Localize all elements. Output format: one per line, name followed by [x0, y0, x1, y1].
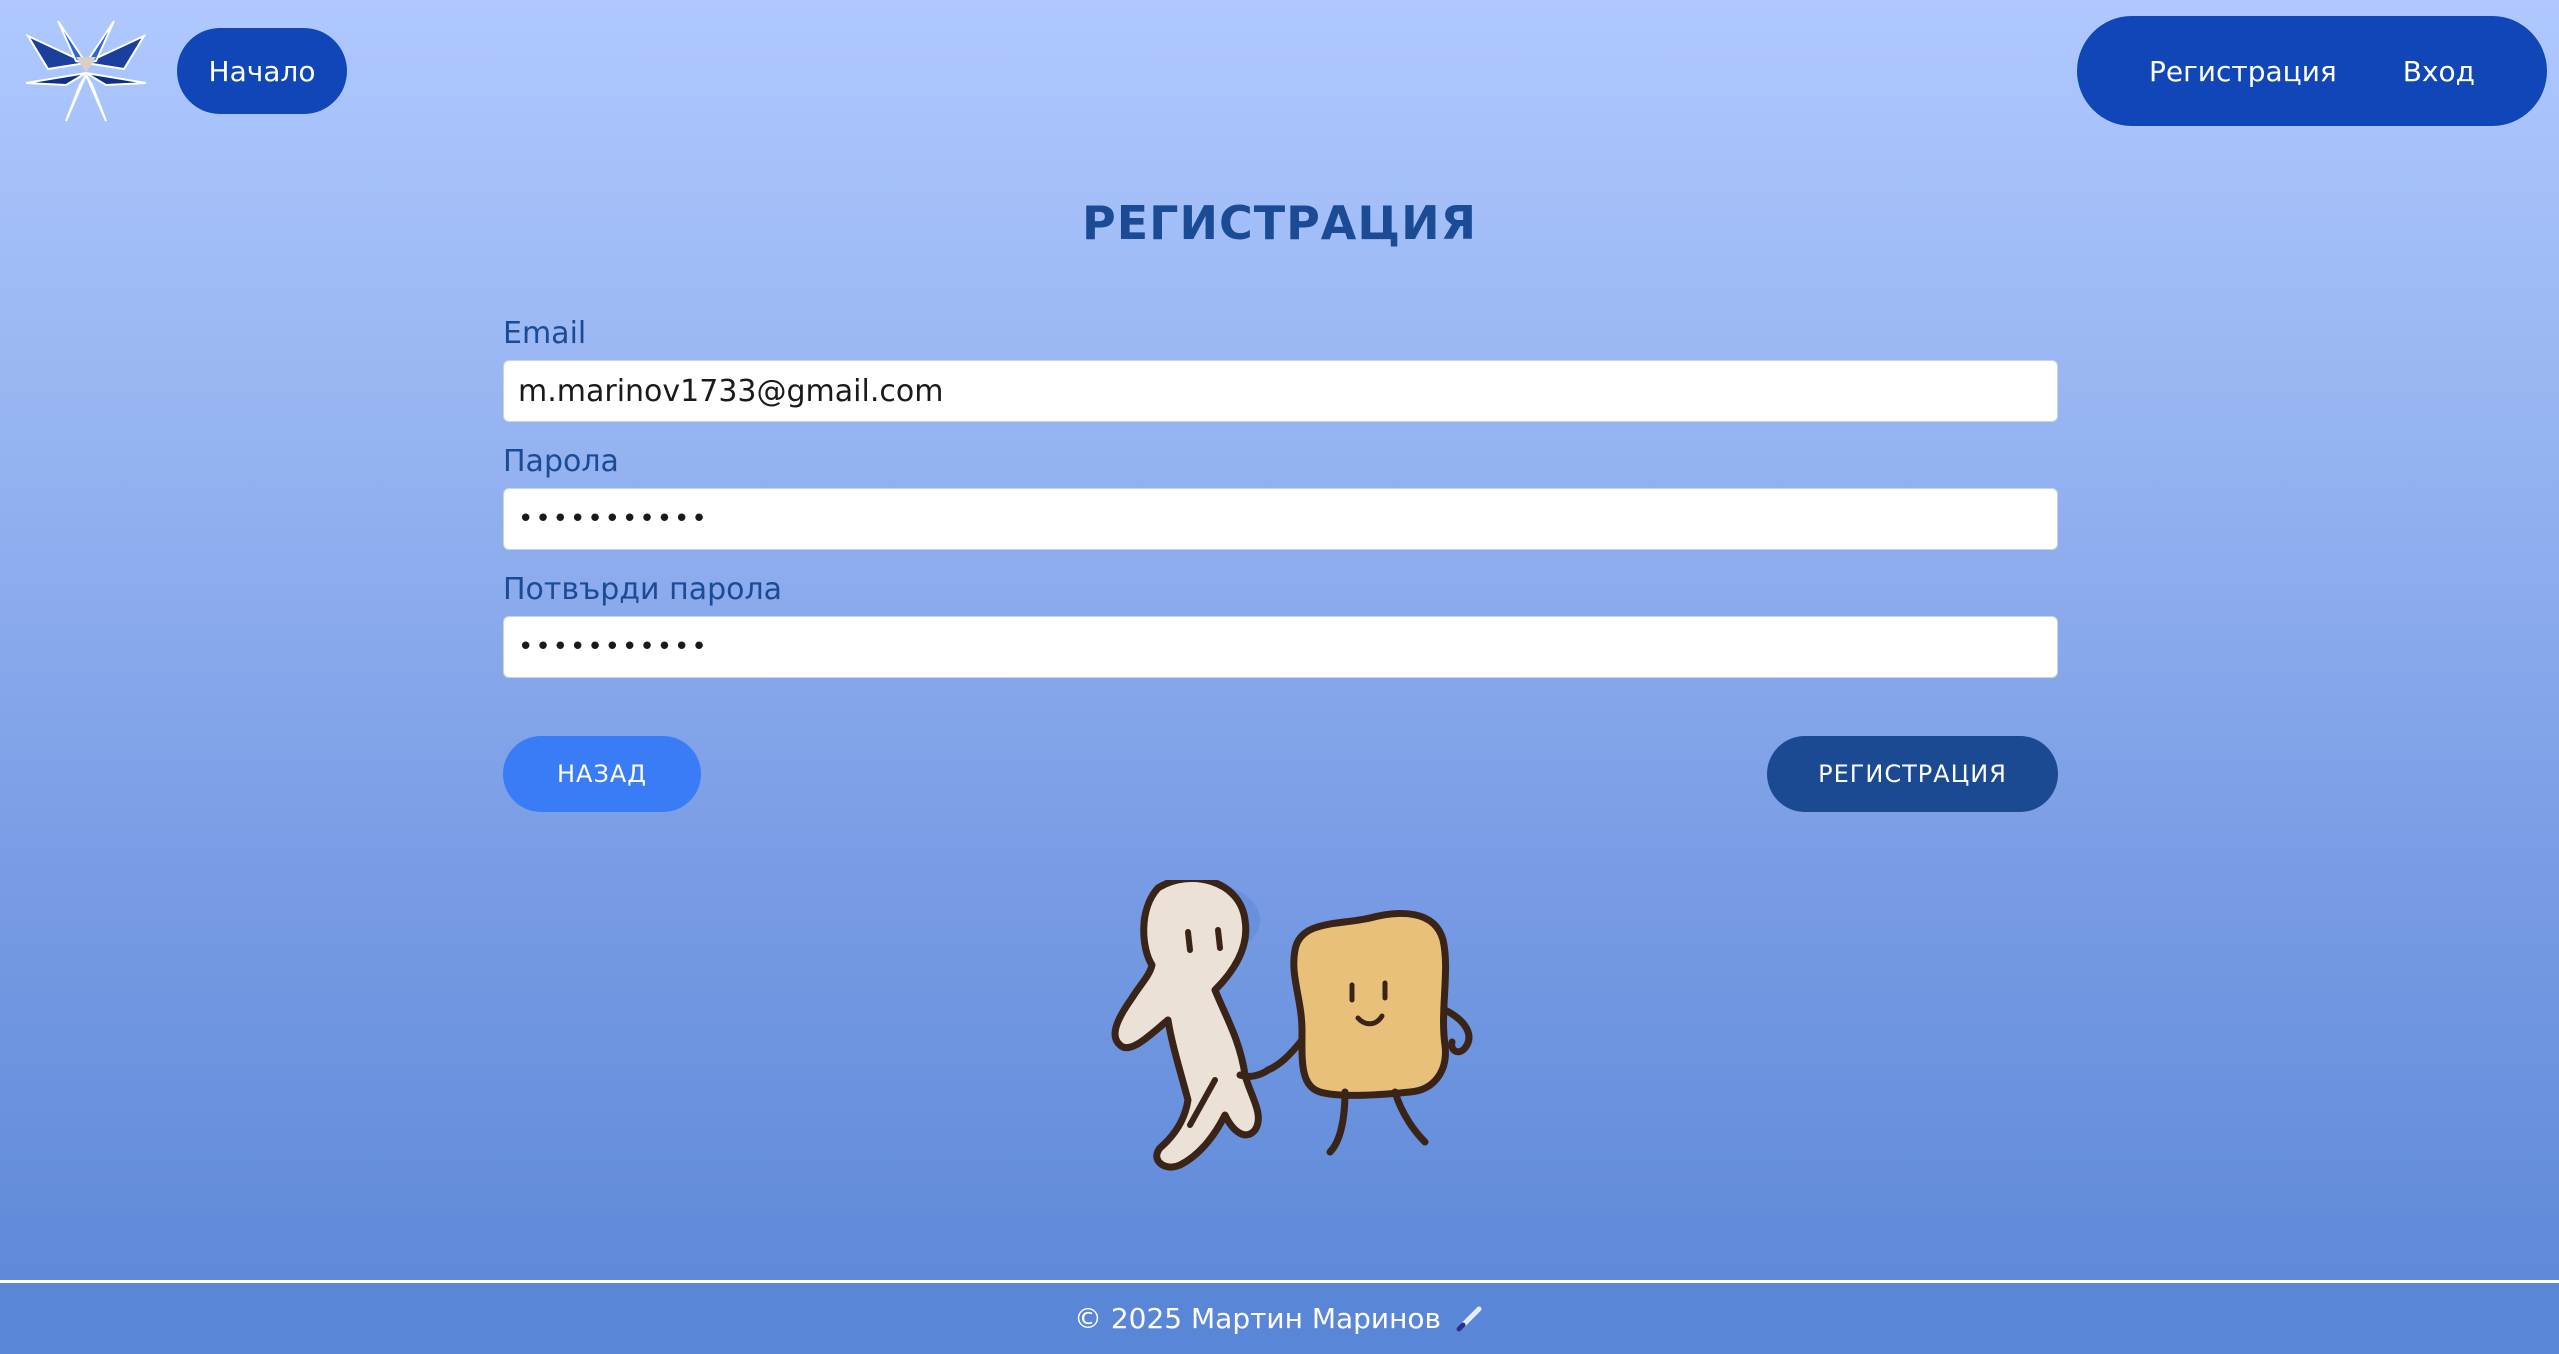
email-field[interactable] [503, 360, 2058, 422]
star-logo-icon[interactable] [16, 16, 156, 126]
header: Начало Регистрация Вход [0, 0, 2559, 140]
password-field[interactable] [503, 488, 2058, 550]
page-title: РЕГИСТРАЦИЯ [1082, 196, 1477, 250]
password-label: Парола [503, 444, 619, 479]
register-button[interactable]: РЕГИСТРАЦИЯ [1767, 736, 2058, 812]
dough-character [1111, 880, 1272, 1171]
auth-nav: Регистрация Вход [2077, 16, 2547, 126]
back-button[interactable]: НАЗАД [503, 736, 701, 812]
confirm-password-label: Потвърди парола [503, 572, 783, 607]
nav-register-link[interactable]: Регистрация [2135, 45, 2351, 98]
footer-copyright: © 2025 Мартин Маринов [1073, 1302, 1442, 1335]
confirm-password-field[interactable] [503, 616, 2058, 678]
footer: © 2025 Мартин Маринов [0, 1283, 2559, 1354]
home-button[interactable]: Начало [177, 28, 347, 114]
walking-characters-illustration [1111, 880, 1473, 1171]
pen-icon [1456, 1306, 1482, 1331]
toast-character [1264, 910, 1473, 1156]
nav-login-link[interactable]: Вход [2389, 45, 2489, 98]
email-label: Email [503, 316, 587, 351]
